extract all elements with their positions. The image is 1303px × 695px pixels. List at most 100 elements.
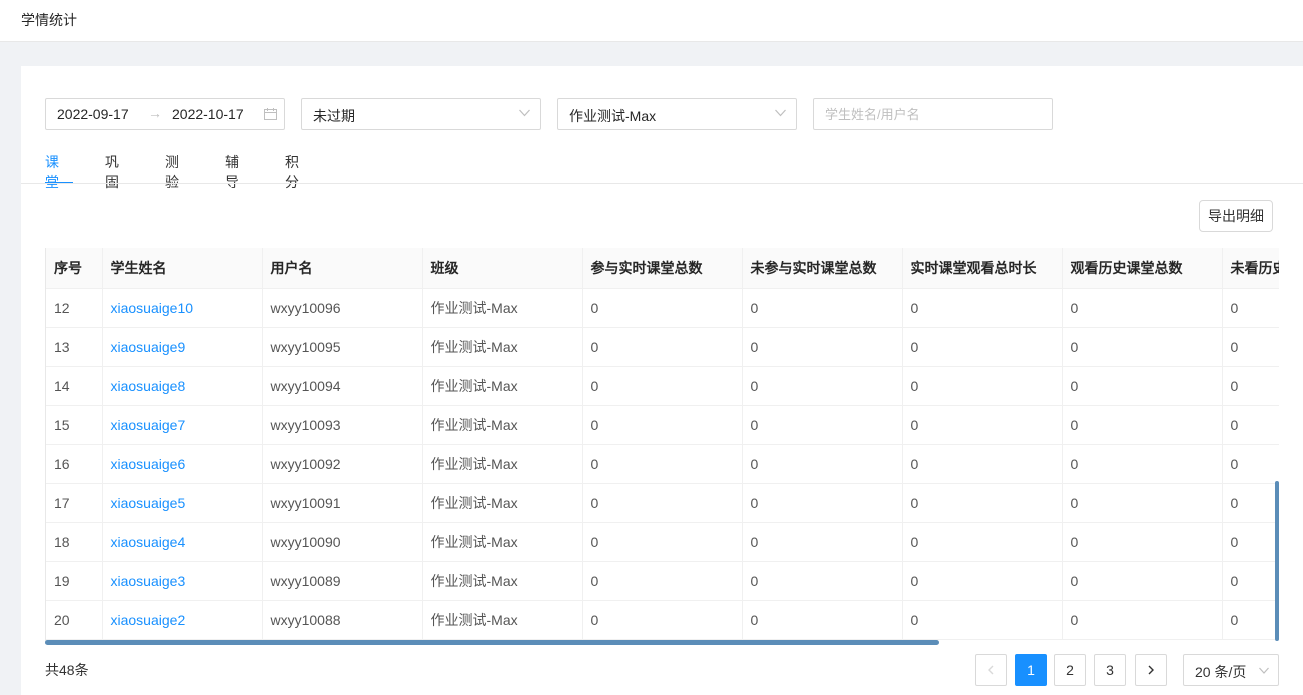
table-cell: 15 [46,405,103,445]
table-cell: 0 [902,405,1063,445]
tab-quiz[interactable]: 测验 [165,152,179,190]
table-cell: 0 [1222,288,1279,328]
table-cell: 作业测试-Max [422,405,583,445]
column-header: 未参与实时课堂总数 [742,248,903,289]
table-cell: 0 [742,483,903,523]
table-cell: 14 [46,366,103,406]
column-header: 观看历史课堂总数 [1062,248,1223,289]
table-cell: 12 [46,288,103,328]
table-cell: 0 [1062,522,1223,562]
table-cell: 0 [902,522,1063,562]
status-select[interactable]: 未过期 [301,98,541,130]
table-cell: 0 [582,483,743,523]
tab-tutoring[interactable]: 辅导 [225,152,239,190]
table-cell: 0 [902,483,1063,523]
calendar-icon [264,108,277,120]
column-header: 序号 [46,248,103,289]
student-name-link[interactable]: xiaosuaige4 [102,522,263,562]
prev-page-button[interactable] [975,654,1007,686]
student-name-link[interactable]: xiaosuaige6 [102,444,263,484]
table-cell: 16 [46,444,103,484]
table-cell: 0 [902,327,1063,367]
page-title: 学情统计 [21,12,77,28]
table-cell: 0 [1222,366,1279,406]
table-cell: wxyy10094 [262,366,423,406]
export-details-button[interactable]: 导出明细 [1199,200,1273,232]
table-cell: 作业测试-Max [422,522,583,562]
table-cell: 0 [1062,600,1223,640]
table-cell: 0 [742,561,903,601]
date-start[interactable]: 2022-09-17 [57,106,129,122]
table-cell: 0 [1062,327,1223,367]
vertical-scrollbar[interactable] [1275,481,1279,641]
student-name-link[interactable]: xiaosuaige8 [102,366,263,406]
student-name-link[interactable]: xiaosuaige10 [102,288,263,328]
table-cell: 0 [1062,288,1223,328]
table-cell: wxyy10092 [262,444,423,484]
top-bar: 学情统计 [0,0,1303,42]
page-size-select[interactable]: 20 条/页 [1183,654,1279,686]
table-cell: 0 [902,444,1063,484]
page-1-button[interactable]: 1 [1015,654,1047,686]
table-cell: 0 [742,405,903,445]
table-row: 19 xiaosuaige3 wxyy10089 作业测试-Max 0 0 0 0 0 [46,561,1279,601]
student-name-link[interactable]: xiaosuaige5 [102,483,263,523]
student-name-link[interactable]: xiaosuaige3 [102,561,263,601]
page-2-button[interactable]: 2 [1054,654,1086,686]
tab-consolidate[interactable]: 巩固 [105,152,119,190]
tab-classroom[interactable]: 课堂 [45,152,59,190]
table-cell: 0 [1222,405,1279,445]
table-cell: 0 [582,366,743,406]
student-name-link[interactable]: xiaosuaige2 [102,600,263,640]
table-cell: wxyy10093 [262,405,423,445]
search-input[interactable] [814,99,1052,129]
total-count: 共48条 [45,662,89,678]
student-name-link[interactable]: xiaosuaige7 [102,405,263,445]
table-cell: 19 [46,561,103,601]
table-cell: wxyy10090 [262,522,423,562]
table-cell: 0 [1222,522,1279,562]
table-cell: 0 [1062,444,1223,484]
table-cell: 0 [582,561,743,601]
column-header: 用户名 [262,248,423,289]
column-header: 实时课堂观看总时长 [902,248,1063,289]
table-cell: 0 [582,288,743,328]
student-name-link[interactable]: xiaosuaige9 [102,327,263,367]
table-cell: 作业测试-Max [422,366,583,406]
table-row: 16 xiaosuaige6 wxyy10092 作业测试-Max 0 0 0 0 0 [46,444,1279,484]
table-header-row: 序号 学生姓名 用户名 班级 参与实时课堂总数 未参与实时课堂总数 实时课堂观看总时长 观看历… [46,248,1279,289]
table-cell: 0 [1062,483,1223,523]
table-cell: 0 [1222,600,1279,640]
table-cell: 0 [742,366,903,406]
date-end[interactable]: 2022-10-17 [172,106,244,122]
table-cell: 0 [582,600,743,640]
table-body: 12 xiaosuaige10 wxyy10096 作业测试-Max 0 0 0 0 0 13 xi… [46,288,1279,640]
class-select-value: 作业测试-Max [569,108,657,124]
tab-points[interactable]: 积分 [285,152,299,190]
tabs-divider [21,183,1303,184]
class-select[interactable]: 作业测试-Max [557,98,797,130]
table-cell: wxyy10096 [262,288,423,328]
chevron-right-icon [1148,665,1154,675]
table-cell: 0 [902,288,1063,328]
next-page-button[interactable] [1135,654,1167,686]
main-card: 2022-09-17 → 2022-10-17 未过期 作业测试-Max 课堂 … [21,66,1303,695]
table-cell: 作业测试-Max [422,444,583,484]
table-cell: 0 [1222,327,1279,367]
table-cell: 0 [1062,561,1223,601]
table-row: 18 xiaosuaige4 wxyy10090 作业测试-Max 0 0 0 0 0 [46,522,1279,562]
table-cell: 0 [902,561,1063,601]
table-cell: 0 [742,522,903,562]
date-range-picker[interactable]: 2022-09-17 → 2022-10-17 [45,98,285,130]
column-header: 学生姓名 [102,248,263,289]
table-cell: 0 [1062,366,1223,406]
horizontal-scrollbar[interactable] [45,640,939,645]
table-cell: 0 [1062,405,1223,445]
table-cell: wxyy10089 [262,561,423,601]
page-size-value: 20 条/页 [1195,664,1247,680]
table-cell: wxyy10088 [262,600,423,640]
table-cell: wxyy10091 [262,483,423,523]
student-search[interactable] [813,98,1053,130]
table-cell: 0 [1222,561,1279,601]
page-3-button[interactable]: 3 [1094,654,1126,686]
